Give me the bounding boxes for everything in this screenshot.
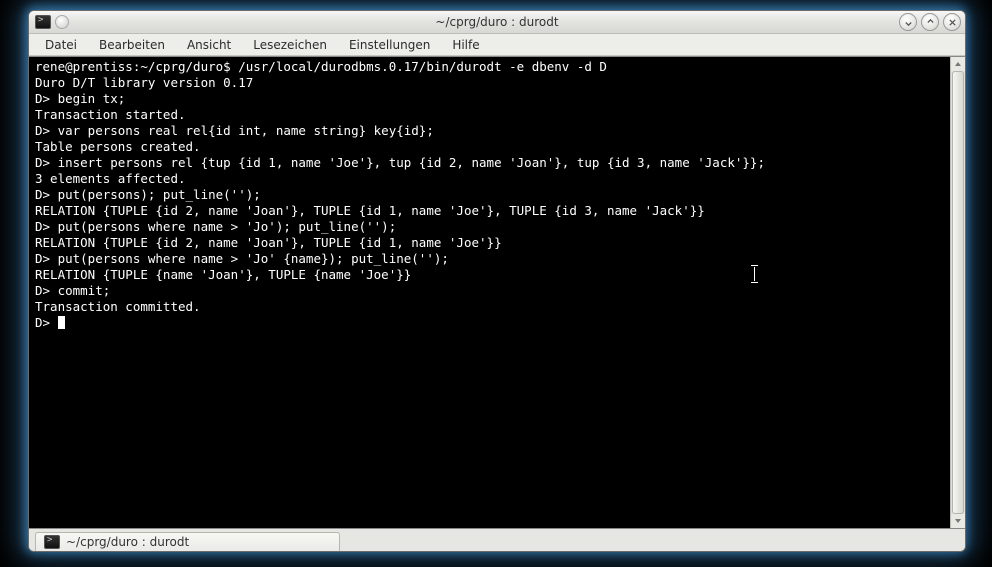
titlebar[interactable]: ~/cprg/duro : durodt (29, 11, 965, 34)
window-title: ~/cprg/duro : durodt (435, 15, 558, 29)
menu-lesezeichen[interactable]: Lesezeichen (243, 36, 337, 54)
menu-hilfe[interactable]: Hilfe (442, 36, 489, 54)
menu-bearbeiten[interactable]: Bearbeiten (89, 36, 175, 54)
tabbar: ~/cprg/duro : durodt (29, 529, 965, 551)
scrollbar[interactable] (950, 57, 965, 528)
text-caret-icon (754, 267, 755, 283)
terminal-output[interactable]: rene@prentiss:~/cprg/duro$ /usr/local/du… (29, 57, 950, 528)
menubar: Datei Bearbeiten Ansicht Lesezeichen Ein… (29, 34, 965, 56)
tab-durodt[interactable]: ~/cprg/duro : durodt (35, 532, 340, 551)
cursor-block (58, 316, 65, 329)
app-icon (35, 15, 51, 29)
menu-ansicht[interactable]: Ansicht (177, 36, 241, 54)
minimize-button[interactable] (899, 13, 917, 31)
scroll-track[interactable] (951, 71, 965, 514)
scroll-down-arrow[interactable] (951, 514, 965, 528)
scroll-thumb[interactable] (952, 71, 964, 514)
menu-datei[interactable]: Datei (35, 36, 87, 54)
terminal-icon (44, 535, 60, 549)
terminal-window: ~/cprg/duro : durodt Datei Bearbeiten An… (28, 10, 966, 552)
scroll-up-arrow[interactable] (951, 57, 965, 71)
close-button[interactable] (943, 13, 961, 31)
menu-einstellungen[interactable]: Einstellungen (339, 36, 440, 54)
tab-label: ~/cprg/duro : durodt (66, 535, 189, 549)
pin-button[interactable] (55, 15, 69, 29)
maximize-button[interactable] (921, 13, 939, 31)
